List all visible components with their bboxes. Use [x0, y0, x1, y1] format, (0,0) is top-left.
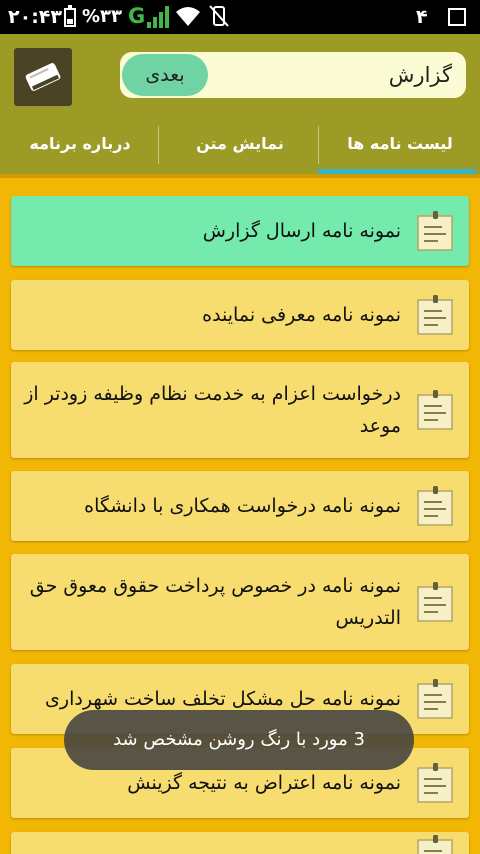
- search-bar: بعدی: [120, 52, 466, 98]
- list-item-title: نمونه نامه در خصوص پرداخت حقوق معوق حق ا…: [29, 575, 401, 629]
- status-time: ۲۰:۴۳: [8, 6, 62, 28]
- book-icon: [25, 63, 61, 91]
- signal-icon: [147, 6, 169, 28]
- list-item-title: درخواست اعزام به خدمت نظام وظیفه زودتر ا…: [24, 383, 401, 437]
- letter-icon: [417, 211, 453, 251]
- list-item[interactable]: [11, 832, 469, 854]
- letter-icon: [417, 582, 453, 622]
- letter-icon: [417, 835, 453, 854]
- tab-bar: لیست نامه ها نمایش متن درباره برنامه: [0, 120, 480, 174]
- battery-percent: %۳۳: [82, 6, 123, 27]
- list-item[interactable]: نمونه نامه در خصوص پرداخت حقوق معوق حق ا…: [11, 554, 469, 650]
- list-item-title: نمونه نامه معرفی نماینده: [202, 304, 401, 326]
- status-bar: ۲۰:۴۳ %۳۳ G ۴: [0, 0, 480, 34]
- letter-icon: [417, 486, 453, 526]
- list-item[interactable]: درخواست اعزام به خدمت نظام وظیفه زودتر ا…: [11, 362, 469, 458]
- notification-count: ۴: [416, 6, 428, 28]
- list-item-title: نمونه نامه اعتراض به نتیجه گزینش: [127, 772, 401, 794]
- list-item[interactable]: نمونه نامه معرفی نماینده: [11, 280, 469, 350]
- list-item-title: نمونه نامه درخواست همکاری با دانشگاه: [84, 495, 401, 517]
- image-notification-icon: [448, 8, 466, 26]
- letter-icon: [417, 390, 453, 430]
- vibrate-off-icon: [209, 5, 229, 27]
- list-item-title: نمونه نامه ارسال گزارش: [202, 220, 401, 242]
- list-item[interactable]: نمونه نامه ارسال گزارش: [11, 196, 469, 266]
- network-type: G: [128, 4, 146, 28]
- letter-icon: [417, 763, 453, 803]
- tab-letters-list[interactable]: لیست نامه ها: [320, 120, 480, 174]
- list-item[interactable]: نمونه نامه درخواست همکاری با دانشگاه: [11, 471, 469, 541]
- letter-icon: [417, 679, 453, 719]
- toast-message: 3 مورد با رنگ روشن مشخص شد: [64, 710, 414, 770]
- wifi-icon: [176, 7, 200, 26]
- tab-show-text[interactable]: نمایش متن: [160, 120, 320, 174]
- app-logo[interactable]: [14, 48, 72, 106]
- list-shadow: [0, 174, 480, 178]
- battery-icon: [64, 5, 76, 27]
- app-header: بعدی: [0, 34, 480, 120]
- tab-about[interactable]: درباره برنامه: [0, 120, 160, 174]
- letter-icon: [417, 295, 453, 335]
- search-input[interactable]: [272, 52, 452, 98]
- next-button[interactable]: بعدی: [122, 54, 208, 96]
